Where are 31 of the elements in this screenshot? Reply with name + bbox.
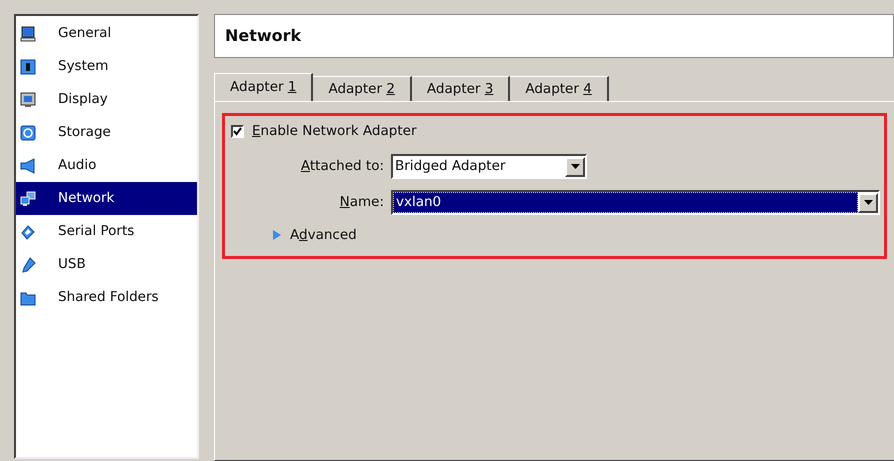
sidebar-item[interactable]: General [16, 17, 197, 50]
sidebar-item[interactable]: Shared Folders [16, 281, 197, 314]
usb-stick-icon [20, 256, 36, 272]
expand-triangle-icon [271, 229, 282, 242]
sidebar-item[interactable]: Audio [16, 149, 197, 182]
field-label: Attached to: [300, 157, 385, 176]
field-label: Name: [338, 193, 385, 212]
speaker-icon [20, 158, 36, 174]
sidebar-item[interactable]: USB [16, 248, 197, 281]
disk-icon [20, 124, 36, 140]
tab[interactable]: Adapter 1 [214, 73, 314, 101]
page-title: Network [214, 14, 894, 58]
folder-icon [20, 290, 36, 306]
tab[interactable]: Adapter 3 [412, 76, 510, 101]
attached-to-dropdown[interactable]: Bridged Adapter [391, 154, 587, 179]
laptop-icon [20, 26, 36, 42]
tab[interactable]: Adapter 4 [510, 76, 609, 101]
tab[interactable]: Adapter 2 [313, 76, 412, 101]
sidebar-item[interactable]: System [16, 50, 197, 83]
plug-icon [20, 224, 36, 240]
network-icon [20, 190, 36, 206]
chip-icon [20, 58, 36, 74]
checkbox[interactable] [231, 124, 244, 138]
sidebar-item[interactable]: Display [16, 83, 197, 116]
checkbox-label: Enable Network Adapter [252, 122, 416, 141]
sidebar-item[interactable]: Storage [16, 116, 197, 149]
name-dropdown[interactable]: vxlan0 [391, 190, 880, 215]
monitor-icon [20, 92, 36, 108]
sidebar-item[interactable]: Network [16, 182, 197, 215]
sidebar-item[interactable]: Serial Ports [16, 215, 197, 248]
advanced-toggle[interactable]: Advanced [271, 225, 880, 246]
